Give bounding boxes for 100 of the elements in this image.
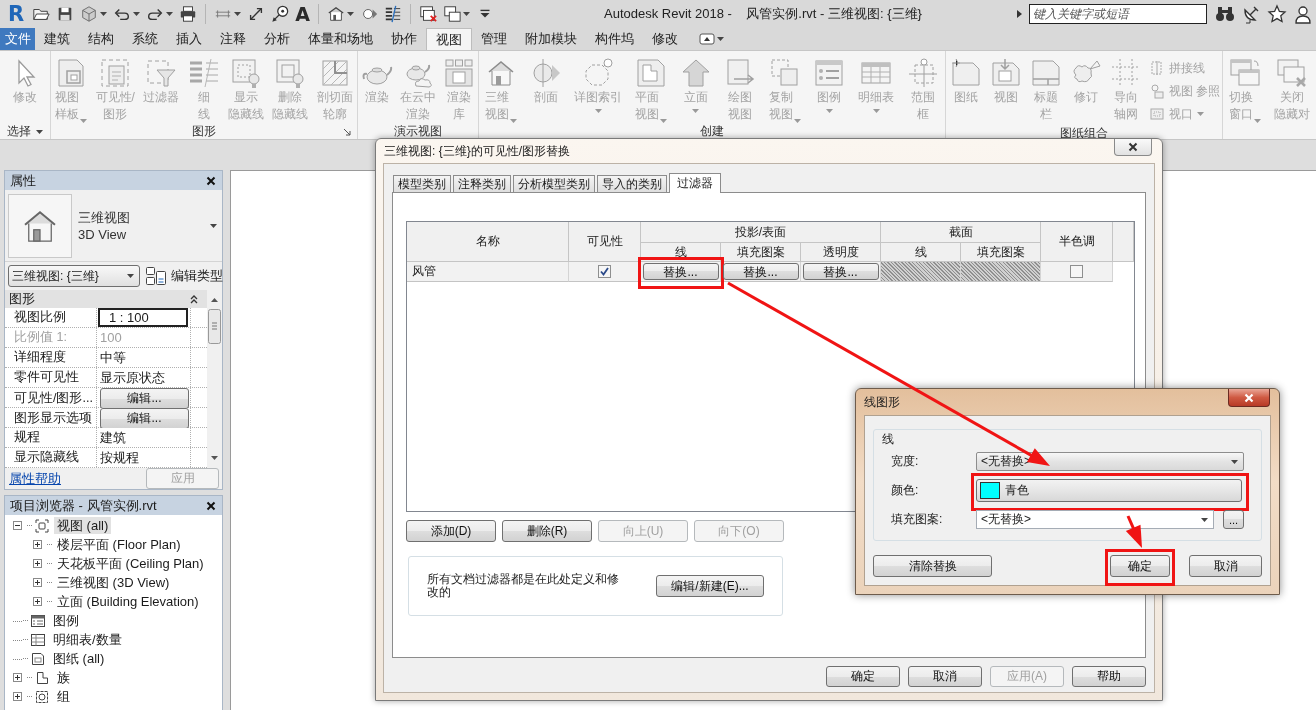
app-logo[interactable]: R: [8, 2, 25, 26]
override-button[interactable]: 替换...: [802, 263, 879, 280]
collapse-toggle-icon[interactable]: [13, 521, 22, 530]
caret-icon[interactable]: [717, 37, 724, 41]
dialog-button[interactable]: 删除(R): [502, 520, 592, 542]
user-icon[interactable]: [1293, 4, 1313, 24]
dialog-button[interactable]: 清除替换: [873, 555, 992, 577]
checkbox[interactable]: [598, 265, 611, 278]
caret-icon: [1231, 459, 1238, 464]
expand-toggle-icon[interactable]: [13, 692, 22, 701]
print-icon[interactable]: [179, 5, 198, 23]
close-button[interactable]: [1114, 139, 1152, 156]
type-selector[interactable]: 三维视图 3D View: [5, 190, 222, 262]
ribbon-tab[interactable]: 插入: [167, 28, 211, 50]
close-button[interactable]: [1228, 389, 1270, 407]
ribbon-tab[interactable]: 管理: [472, 28, 516, 50]
override-button[interactable]: 替换...: [722, 263, 799, 280]
panel-title: 演示视图: [394, 123, 442, 140]
ribbon-tab[interactable]: 系统: [123, 28, 167, 50]
scale-field[interactable]: 1 : 100: [98, 308, 188, 327]
tree-item[interactable]: 立面 (Building Elevation): [54, 593, 202, 610]
tree-item[interactable]: 组: [54, 688, 73, 705]
tree-item[interactable]: 视图 (all): [54, 517, 112, 534]
caret-icon[interactable]: [234, 12, 242, 16]
dialog-title: 三维视图: {三维}的可见性/图形替换: [384, 142, 571, 160]
dialog-tab[interactable]: 注释类别: [453, 175, 511, 192]
show-hidden-lines-icon: [230, 57, 263, 89]
caret-icon[interactable]: [36, 129, 43, 134]
ribbon-tab[interactable]: 构件坞: [586, 28, 643, 50]
search-field[interactable]: 键入关键字或短语: [1029, 4, 1207, 24]
color-button[interactable]: 青色: [976, 479, 1242, 502]
tree-item[interactable]: 楼层平面 (Floor Plan): [54, 536, 184, 553]
dialog-tab[interactable]: 分析模型类别: [513, 175, 595, 192]
expand-toggle-icon[interactable]: [33, 559, 42, 568]
field-label: 填充图案:: [891, 511, 944, 528]
ribbon-tab[interactable]: 结构: [79, 28, 123, 50]
expand-toggle-icon[interactable]: [33, 540, 42, 549]
close-icon[interactable]: [206, 500, 216, 511]
caret-icon[interactable]: [210, 223, 217, 228]
ribbon-toggle-icon[interactable]: [699, 31, 715, 47]
ribbon-tab[interactable]: 注释: [211, 28, 255, 50]
ribbon-tab[interactable]: 协作: [382, 28, 426, 50]
override-button[interactable]: 替换...: [642, 263, 719, 280]
checkbox[interactable]: [1070, 265, 1083, 278]
close-icon: [1244, 392, 1254, 403]
ribbon-tab[interactable]: 视图: [426, 28, 472, 50]
ribbon-tab[interactable]: 附加模块: [516, 28, 586, 50]
browse-button[interactable]: ...: [1223, 510, 1244, 529]
edit-new-button[interactable]: 编辑/新建(E)...: [656, 575, 764, 597]
expand-toggle-icon[interactable]: [33, 578, 42, 587]
column-header: 透明度: [801, 243, 881, 262]
star-icon[interactable]: [1267, 4, 1287, 24]
text-tool-button[interactable]: A: [295, 4, 310, 24]
binoculars-icon[interactable]: [1215, 4, 1235, 24]
close-icon[interactable]: [206, 175, 216, 186]
ribbon-tab[interactable]: 建筑: [35, 28, 79, 50]
cube-icon[interactable]: [80, 5, 99, 23]
thin-lines-icon[interactable]: [383, 5, 402, 23]
caret-icon[interactable]: [346, 12, 354, 16]
tree-item[interactable]: 图例: [50, 612, 82, 629]
leader-tag-icon[interactable]: [271, 5, 290, 23]
switch-windows-icon[interactable]: [442, 5, 461, 23]
dialog-button[interactable]: 确定: [826, 666, 900, 687]
tree-item[interactable]: 天花板平面 (Ceiling Plan): [54, 555, 207, 572]
panel-title: 选择: [7, 123, 31, 140]
dialog-tab[interactable]: 过滤器: [669, 173, 721, 193]
dialog-tab[interactable]: 导入的类别: [597, 175, 667, 192]
caret-icon[interactable]: [166, 12, 174, 16]
tree-item[interactable]: 明细表/数量: [50, 631, 125, 648]
dialog-button[interactable]: 添加(D): [406, 520, 496, 542]
expand-arrow-icon[interactable]: [1015, 10, 1023, 18]
edit-type-button[interactable]: 编辑类型: [145, 265, 223, 287]
dialog-launcher-icon[interactable]: [343, 127, 351, 136]
dialog-button[interactable]: 取消: [908, 666, 982, 687]
dialog-button[interactable]: 确定: [1110, 555, 1170, 577]
caret-icon[interactable]: [133, 12, 141, 16]
dialog-button[interactable]: 帮助: [1072, 666, 1146, 687]
ribbon-tab[interactable]: 体量和场地: [299, 28, 382, 50]
expand-toggle-icon[interactable]: [13, 673, 22, 682]
expand-toggle-icon[interactable]: [33, 597, 42, 606]
tree-item[interactable]: 三维视图 (3D View): [54, 574, 173, 591]
properties-help-link[interactable]: 属性帮助: [9, 469, 61, 488]
collapse-icon[interactable]: [189, 294, 199, 304]
edit-button[interactable]: 编辑...: [100, 408, 189, 429]
dropdown-field[interactable]: <无替换>: [976, 510, 1214, 529]
instance-dropdown[interactable]: 三维视图: {三维}: [8, 265, 140, 287]
ribbon-tab[interactable]: 分析: [255, 28, 299, 50]
application-menu-tab[interactable]: 文件: [0, 28, 35, 50]
caret-icon[interactable]: [462, 12, 470, 16]
dialog-button[interactable]: 取消: [1189, 555, 1262, 577]
tree-item[interactable]: 图纸 (all): [50, 650, 108, 667]
dialog-tab[interactable]: 模型类别: [393, 175, 451, 192]
house-icon[interactable]: [326, 5, 345, 23]
close-windows-icon[interactable]: [418, 5, 437, 23]
satellite-dish-icon[interactable]: [1241, 4, 1261, 24]
ribbon-tab[interactable]: 修改: [643, 28, 687, 50]
caret-icon[interactable]: [100, 12, 108, 16]
tree-item[interactable]: 族: [54, 669, 73, 686]
edit-button[interactable]: 编辑...: [100, 388, 189, 409]
remove-hidden-lines-icon: [274, 57, 307, 89]
